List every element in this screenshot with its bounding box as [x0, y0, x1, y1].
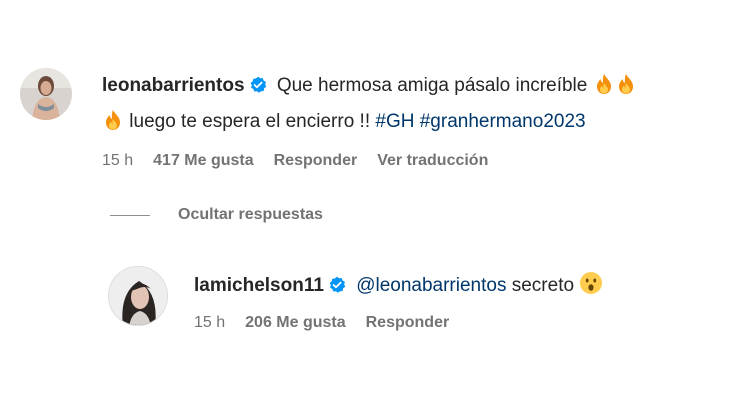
avatar-leonabarrientos[interactable]	[20, 68, 72, 120]
avatar-lamichelson11[interactable]	[108, 266, 168, 326]
comment-text-line2-row: luego te espera el encierro !! #GH #gran…	[102, 106, 637, 142]
hide-replies-toggle[interactable]: Ocultar respuestas	[110, 206, 323, 224]
hide-replies-label[interactable]: Ocultar respuestas	[178, 206, 323, 224]
comment-username[interactable]: leonabarrientos	[102, 75, 245, 96]
fire-emoji-icon	[593, 73, 615, 106]
fire-emoji-icon	[615, 73, 637, 106]
comment-meta: 15 h 417 Me gusta Responder Ver traducci…	[102, 152, 637, 170]
reply-button[interactable]: Responder	[274, 152, 358, 170]
comment-text-line1: Que hermosa amiga pásalo increíble	[276, 75, 588, 96]
comment-text-line2: luego te espera el encierro !!	[129, 111, 371, 132]
see-translation-button[interactable]: Ver traducción	[377, 152, 488, 170]
divider-line	[110, 214, 150, 216]
reply-text: lamichelson11 @leonabarrientos secreto	[194, 270, 603, 306]
reply-time[interactable]: 15 h	[194, 314, 225, 332]
likes-count[interactable]: 417 Me gusta	[153, 152, 253, 170]
verified-badge-icon	[328, 273, 346, 305]
reply-item: lamichelson11 @leonabarrientos secreto 1…	[108, 266, 603, 332]
comment-text: leonabarrientos Que hermosa amiga pásalo…	[102, 70, 637, 106]
likes-count[interactable]: 206 Me gusta	[245, 314, 345, 332]
fire-emoji-icon	[102, 109, 124, 142]
reply-username[interactable]: lamichelson11	[194, 275, 324, 296]
mention-link[interactable]: @leonabarrientos	[356, 275, 506, 296]
hashtag-link[interactable]: #granhermano2023	[420, 111, 586, 132]
reply-meta: 15 h 206 Me gusta Responder	[194, 314, 603, 332]
hashtag-link[interactable]: #GH	[375, 111, 414, 132]
verified-badge-icon	[249, 73, 267, 105]
reply-button[interactable]: Responder	[366, 314, 450, 332]
surprised-face-emoji-icon	[579, 271, 603, 306]
comment-item: leonabarrientos Que hermosa amiga pásalo…	[20, 68, 637, 170]
comment-time[interactable]: 15 h	[102, 152, 133, 170]
reply-message: secreto	[511, 275, 575, 296]
